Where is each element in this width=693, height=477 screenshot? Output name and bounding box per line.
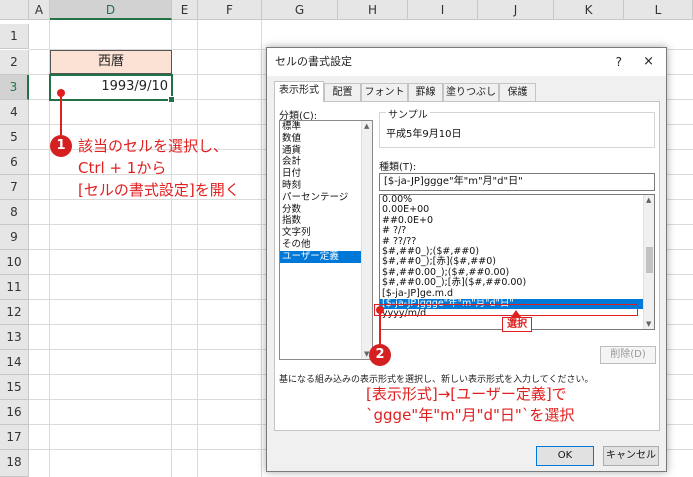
column-header-e[interactable]: E	[172, 0, 198, 20]
category-item[interactable]: 標準	[280, 121, 372, 133]
tab-fill[interactable]: 塗りつぶし	[443, 83, 499, 101]
column-header-h[interactable]: H	[338, 0, 408, 20]
row-header[interactable]: 15	[0, 375, 29, 400]
step-2-text-line2: `ggge"年"m"月"d"日"`を選択	[366, 406, 575, 424]
scroll-down-icon[interactable]: ▼	[646, 320, 651, 328]
row-header[interactable]: 8	[0, 200, 29, 225]
cell-d3-selected[interactable]: 1993/9/10	[49, 74, 175, 103]
category-item[interactable]: その他	[280, 239, 372, 251]
category-item[interactable]: 指数	[280, 215, 372, 227]
category-scrollbar[interactable]: ▲ ▼	[361, 121, 372, 359]
row-header[interactable]: 18	[0, 450, 29, 477]
selection-highlight-box	[374, 304, 638, 316]
category-item[interactable]: 日付	[280, 168, 372, 180]
cancel-button[interactable]: キャンセル	[603, 446, 659, 466]
row-header[interactable]: 4	[0, 100, 29, 125]
format-scrollbar[interactable]: ▲ ▼	[643, 195, 654, 329]
row-header[interactable]: 14	[0, 350, 29, 375]
step-1-text-line3: [セルの書式設定]を開く	[78, 181, 240, 199]
step-2-badge: 2	[369, 344, 391, 366]
row-header[interactable]: 2	[0, 50, 29, 75]
row-header[interactable]: 6	[0, 150, 29, 175]
row-header[interactable]: 5	[0, 125, 29, 150]
column-header-j[interactable]: J	[478, 0, 554, 20]
row-header[interactable]: 13	[0, 325, 29, 350]
row-header[interactable]: 9	[0, 225, 29, 250]
category-item[interactable]: 通貨	[280, 145, 372, 157]
format-item[interactable]: # ?/?	[380, 225, 654, 236]
step-1-badge: 1	[50, 135, 72, 157]
tab-font[interactable]: フォント	[361, 83, 408, 101]
ok-button[interactable]: OK	[536, 446, 594, 466]
annotation-leader-line	[60, 93, 62, 135]
column-header-g[interactable]: G	[262, 0, 338, 20]
select-all-corner[interactable]	[0, 0, 29, 20]
category-item[interactable]: 時刻	[280, 180, 372, 192]
scroll-up-icon[interactable]: ▲	[646, 196, 651, 204]
column-header-i[interactable]: I	[408, 0, 478, 20]
sample-group: サンプル 平成5年9月10日	[379, 106, 655, 148]
step-2-text-line1: [表示形式]→[ユーザー定義]で	[366, 385, 567, 403]
step-1-text-line1: 該当のセルを選択し、	[78, 137, 229, 155]
sample-value: 平成5年9月10日	[386, 129, 462, 140]
scroll-up-icon[interactable]: ▲	[364, 122, 369, 130]
row-header[interactable]: 10	[0, 250, 29, 275]
select-pointer-icon	[511, 310, 521, 317]
column-header-k[interactable]: K	[554, 0, 624, 20]
format-item[interactable]: ##0.0E+0	[380, 215, 654, 226]
category-list[interactable]: 標準 数値 通貨 会計 日付 時刻 パーセンテージ 分数 指数 文字列 その他 …	[279, 120, 373, 360]
delete-button[interactable]: 削除(D)	[600, 346, 656, 364]
tab-alignment[interactable]: 配置	[324, 83, 361, 101]
close-icon[interactable]: ×	[643, 48, 654, 76]
number-tab-panel: 分類(C): 標準 数値 通貨 会計 日付 時刻 パーセンテージ 分数 指数 文…	[274, 101, 660, 431]
scrollbar-thumb[interactable]	[646, 247, 653, 273]
tab-protection[interactable]: 保護	[499, 83, 536, 101]
gridline	[261, 20, 262, 477]
row-header-selected[interactable]: 3	[0, 75, 29, 100]
dialog-title: セルの書式設定	[267, 48, 666, 76]
format-item[interactable]: $#,##0.00_);[赤]($#,##0.00)	[380, 277, 654, 288]
category-item[interactable]: 会計	[280, 156, 372, 168]
gridline	[197, 20, 198, 477]
row-header[interactable]: 11	[0, 275, 29, 300]
row-header[interactable]: 12	[0, 300, 29, 325]
annotation-leader-line	[379, 310, 381, 346]
row-header[interactable]: 17	[0, 425, 29, 450]
tab-border[interactable]: 罫線	[408, 83, 443, 101]
row-header[interactable]: 7	[0, 175, 29, 200]
step-1-text-line2: Ctrl + 1から	[78, 159, 167, 177]
select-tag: 選択	[502, 317, 532, 332]
column-header-d[interactable]: D	[50, 0, 172, 20]
cell-d2-header[interactable]: 西暦	[50, 50, 172, 74]
row-header[interactable]: 1	[0, 24, 29, 49]
column-header-a[interactable]: A	[29, 0, 50, 20]
column-header-l[interactable]: L	[624, 0, 693, 20]
category-item[interactable]: 分数	[280, 204, 372, 216]
column-header-f[interactable]: F	[198, 0, 262, 20]
category-item[interactable]: パーセンテージ	[280, 192, 372, 204]
category-item-custom-selected[interactable]: ユーザー定義	[280, 250, 372, 263]
tab-number[interactable]: 表示形式	[274, 81, 324, 102]
help-icon[interactable]: ?	[616, 48, 622, 76]
sample-label: サンプル	[386, 106, 430, 121]
type-input[interactable]: [$-ja-JP]ggge"年"m"月"d"日"	[379, 173, 655, 191]
category-item[interactable]: 文字列	[280, 227, 372, 239]
type-label: 種類(T):	[379, 162, 417, 173]
row-header[interactable]: 16	[0, 400, 29, 425]
category-item[interactable]: 数値	[280, 133, 372, 145]
